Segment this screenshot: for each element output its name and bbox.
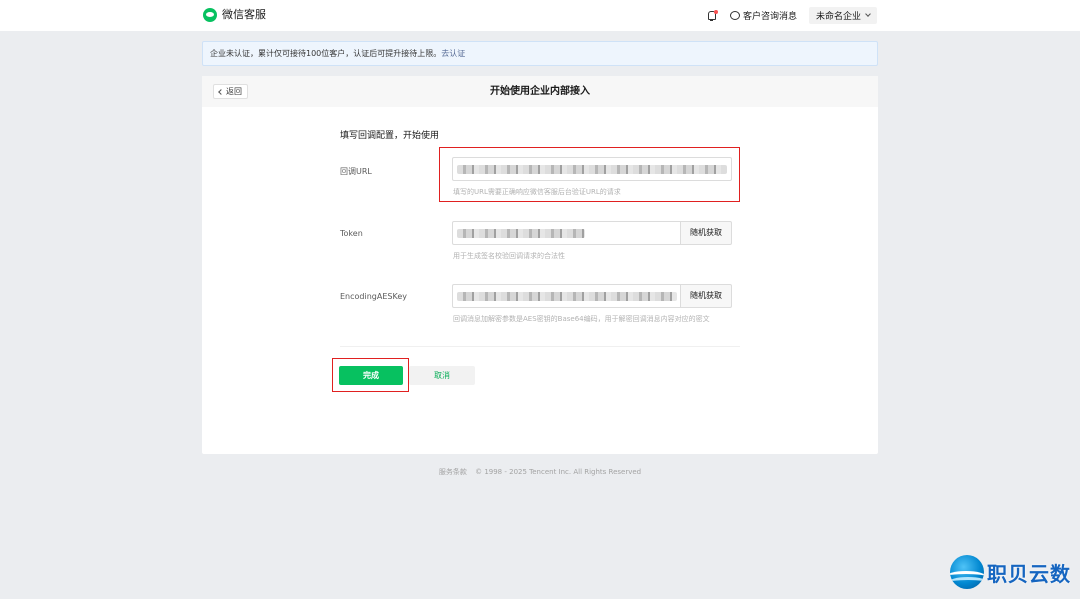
aes-key-label: EncodingAESKey xyxy=(340,292,407,301)
top-right-actions: 客户咨询消息 未命名企业 xyxy=(706,7,877,24)
page-title: 开始使用企业内部接入 xyxy=(490,86,590,97)
verification-notice: 企业未认证，累计仅可接待100位客户，认证后可提升接待上限。去认证 xyxy=(202,41,878,66)
cancel-button[interactable]: 取消 xyxy=(409,366,475,385)
chevron-down-icon xyxy=(865,11,871,17)
token-label: Token xyxy=(340,229,363,238)
verify-link[interactable]: 去认证 xyxy=(441,49,465,58)
token-random-button[interactable]: 随机获取 xyxy=(680,221,732,245)
aes-key-random-button[interactable]: 随机获取 xyxy=(680,284,732,308)
highlight-box-done xyxy=(332,358,409,392)
corp-switcher[interactable]: 未命名企业 xyxy=(808,7,877,24)
section-title: 填写回调配置，开始使用 xyxy=(340,131,440,141)
terms-link[interactable]: 服务条款 xyxy=(439,468,467,476)
customer-messages-link[interactable]: 客户咨询消息 xyxy=(729,9,797,22)
redacted-value xyxy=(457,292,677,301)
chat-bubble-icon xyxy=(729,11,740,20)
token-input[interactable] xyxy=(452,221,681,245)
watermark-text: 职贝云数 xyxy=(987,561,1071,586)
callback-url-label: 回调URL xyxy=(340,167,372,176)
notice-text: 企业未认证，累计仅可接待100位客户，认证后可提升接待上限。 xyxy=(210,49,442,58)
back-button[interactable]: 返回 xyxy=(213,84,248,99)
redacted-value xyxy=(457,229,585,238)
watermark: 职贝云数 xyxy=(950,555,1071,589)
highlight-box-url xyxy=(439,147,740,202)
copyright-text: © 1998 - 2025 Tencent Inc. All Rights Re… xyxy=(475,468,642,476)
config-card: 开始使用企业内部接入 返回 填写回调配置，开始使用 回调URL 填写的URL需要… xyxy=(202,76,878,454)
brand[interactable]: 微信客服 xyxy=(203,8,266,22)
aes-key-input[interactable] xyxy=(452,284,681,308)
watermark-logo-icon xyxy=(950,555,984,589)
token-hint: 用于生成签名校验回调请求的合法性 xyxy=(453,252,565,260)
bell-icon[interactable] xyxy=(706,9,718,22)
aes-key-hint: 回调消息加解密参数是AES密钥的Base64编码，用于解密回调消息内容对应的密文 xyxy=(453,315,710,323)
divider xyxy=(340,346,740,347)
card-header: 开始使用企业内部接入 返回 xyxy=(202,76,878,107)
customer-messages-label: 客户咨询消息 xyxy=(742,12,797,22)
footer: 服务条款 © 1998 - 2025 Tencent Inc. All Righ… xyxy=(0,467,1080,477)
back-label: 返回 xyxy=(226,87,242,96)
top-bar: 微信客服 客户咨询消息 未命名企业 xyxy=(0,0,1080,31)
chevron-left-icon xyxy=(218,88,224,95)
wechat-chat-icon xyxy=(203,8,217,22)
brand-name: 微信客服 xyxy=(222,8,266,21)
notification-dot xyxy=(713,9,718,14)
corp-name: 未命名企业 xyxy=(815,12,861,22)
